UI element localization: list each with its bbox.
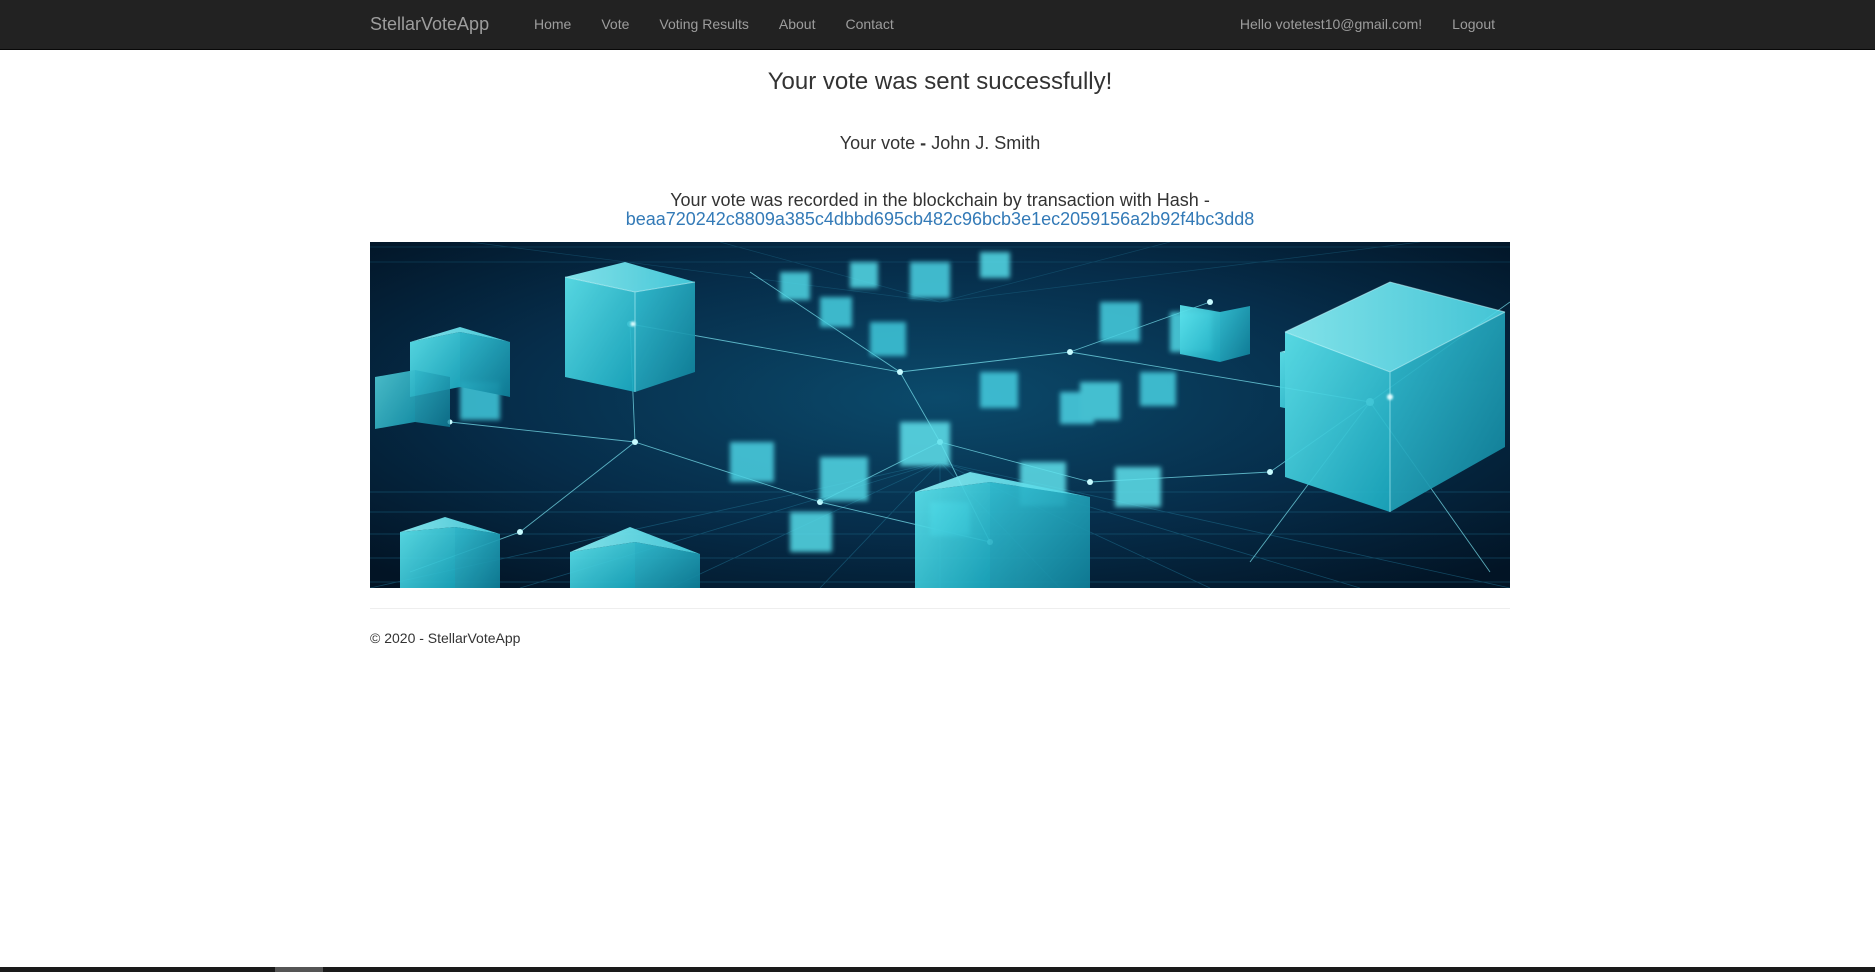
user-greeting-link[interactable]: Hello votetest10@gmail.com! xyxy=(1225,0,1437,50)
hash-label: Your vote was recorded in the blockchain… xyxy=(670,190,1210,210)
logout-link[interactable]: Logout xyxy=(1437,0,1510,50)
transaction-info: Your vote was recorded in the blockchain… xyxy=(370,191,1510,229)
user-nav: Hello votetest10@gmail.com! Logout xyxy=(1225,0,1510,50)
navbar-container: StellarVoteApp Home Vote Voting Results … xyxy=(370,0,1510,50)
nav-home[interactable]: Home xyxy=(519,0,586,50)
blockchain-cubes-image xyxy=(370,242,1510,588)
vote-dash: - xyxy=(920,133,927,153)
main-nav: Home Vote Voting Results About Contact xyxy=(519,0,909,50)
copyright-text: © 2020 - StellarVoteApp xyxy=(370,630,521,646)
vote-prefix: Your vote xyxy=(839,133,916,153)
nav-vote[interactable]: Vote xyxy=(586,0,644,50)
nav-contact[interactable]: Contact xyxy=(830,0,908,50)
scrollbar-thumb[interactable] xyxy=(275,967,323,972)
horizontal-scrollbar[interactable] xyxy=(0,967,1875,972)
nav-voting-results[interactable]: Voting Results xyxy=(644,0,764,50)
page-footer: © 2020 - StellarVoteApp xyxy=(370,630,520,646)
candidate-name: John J. Smith xyxy=(931,133,1041,153)
top-navbar: StellarVoteApp Home Vote Voting Results … xyxy=(0,0,1875,50)
blockchain-banner-image xyxy=(370,242,1510,588)
brand-link[interactable]: StellarVoteApp xyxy=(370,0,489,50)
page-title: Your vote was sent successfully! xyxy=(767,68,1113,95)
transaction-hash-link[interactable]: beaa720242c8809a385c4dbbd695cb482c96bcb3… xyxy=(626,209,1255,229)
vote-summary: Your vote - John J. Smith xyxy=(370,131,1510,155)
nav-about[interactable]: About xyxy=(764,0,831,50)
footer-divider xyxy=(370,608,1510,609)
